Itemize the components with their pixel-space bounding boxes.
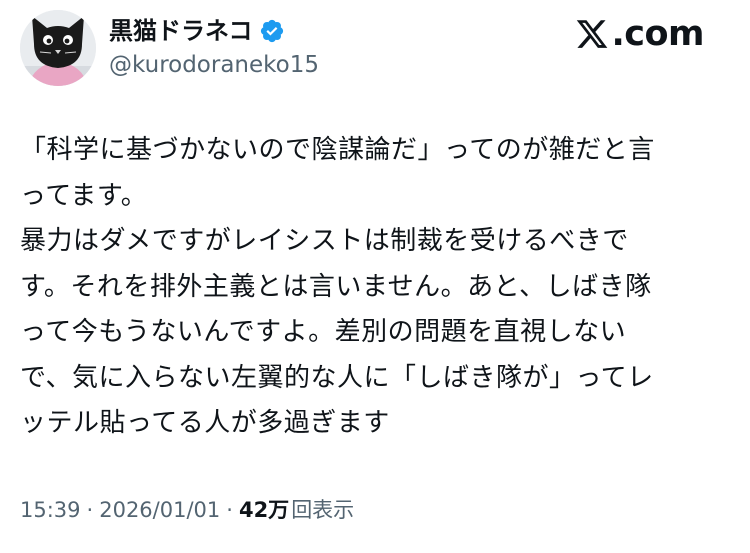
tweet-line: 暴力はダメですがレイシストは制裁を受けるべきで — [20, 226, 629, 256]
tweet-date[interactable]: 2026/01/01 — [99, 494, 220, 526]
views-label: 回表示 — [291, 498, 355, 522]
tweet-time[interactable]: 15:39 — [20, 494, 81, 526]
tweet-line: 「科学に基づかないので陰謀論だ」ってのが雑だと言 — [20, 135, 655, 165]
author-name-row: 黒猫ドラネコ — [109, 14, 285, 48]
meta-separator: · — [86, 498, 94, 522]
avatar-image — [20, 10, 96, 86]
author-handle[interactable]: @kurodoraneko15 — [109, 50, 319, 80]
avatar[interactable] — [20, 10, 96, 86]
tweet-meta: 15:39 · 2026/01/01 · 42万 回表示 — [20, 494, 354, 526]
tweet-line: ってます。 — [20, 180, 148, 211]
tweet-line: で、気に入らない左翼的な人に「しばき隊が」ってレ — [20, 362, 654, 393]
tweet-text: 「科学に基づかないので陰謀論だ」ってのが雑だと言 ってます。 暴力はダメですがレ… — [20, 128, 720, 447]
tweet-line: ッテル貼ってる人が多過ぎます — [20, 408, 390, 438]
brand-text: .com — [611, 14, 704, 54]
tweet-line: って今もうないんですよ。差別の問題を直視しない — [20, 317, 627, 347]
display-name[interactable]: 黒猫ドラネコ — [109, 14, 253, 48]
x-logo-icon — [574, 17, 610, 51]
views-count[interactable]: 42万 — [239, 494, 289, 526]
meta-separator: · — [226, 498, 233, 522]
brand-logo[interactable]: .com — [574, 12, 704, 56]
verified-badge-icon — [259, 18, 285, 44]
tweet-line: す。それを排外主義とは言いません。あと、しばき隊 — [20, 271, 652, 302]
